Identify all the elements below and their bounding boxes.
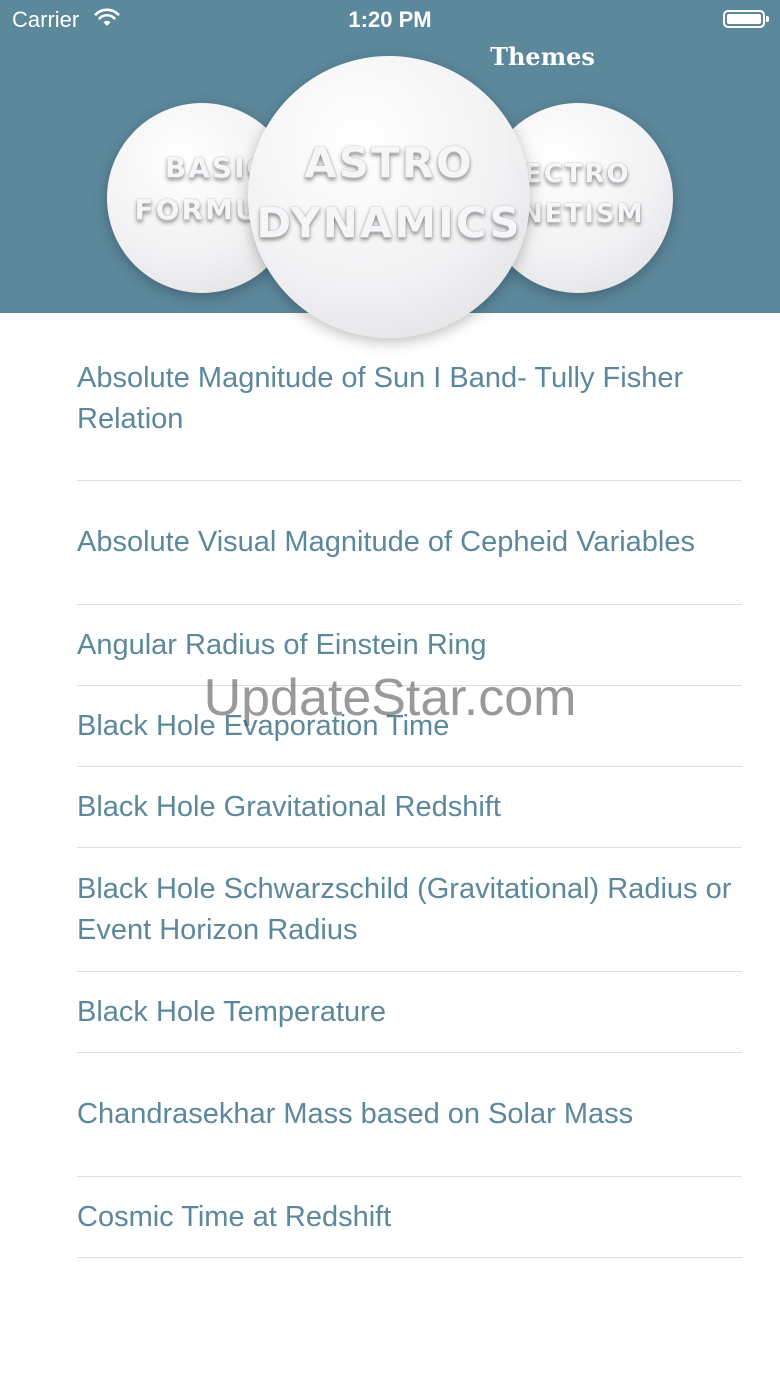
list-item[interactable]: Black Hole Gravitational Redshift — [77, 767, 742, 848]
list-item-label: Black Hole Temperature — [77, 995, 386, 1028]
theme-title-line: DYNAMICS — [256, 198, 522, 247]
list-item[interactable]: Black Hole Schwarzschild (Gravitational)… — [77, 848, 742, 972]
list-item[interactable]: Black Hole Temperature — [77, 972, 742, 1053]
list-item-label: Black Hole Gravitational Redshift — [77, 790, 501, 823]
theme-circle-astrodynamics[interactable]: ASTRO DYNAMICS — [248, 56, 530, 338]
list-item[interactable]: Absolute Visual Magnitude of Cepheid Var… — [77, 481, 742, 605]
list-item-label: Absolute Magnitude of Sun I Band- Tully … — [77, 361, 684, 435]
list-item[interactable]: Cosmic Time at Redshift — [77, 1177, 742, 1258]
list-item[interactable]: Black Hole Evaporation Time — [77, 686, 742, 767]
list-item[interactable]: Angular Radius of Einstein Ring — [77, 605, 742, 686]
theme-title-line: ASTRO — [304, 138, 474, 187]
list-item-label: Black Hole Evaporation Time — [77, 709, 450, 742]
formula-list: Absolute Magnitude of Sun I Band- Tully … — [77, 357, 742, 1258]
status-bar: Carrier 1:20 PM — [0, 0, 780, 40]
list-item-label: Black Hole Schwarzschild (Gravitational)… — [77, 872, 732, 946]
list-item[interactable]: Absolute Magnitude of Sun I Band- Tully … — [77, 357, 742, 481]
list-item-label: Cosmic Time at Redshift — [77, 1200, 392, 1233]
list-item-label: Angular Radius of Einstein Ring — [77, 628, 487, 661]
list-item-label: Chandrasekhar Mass based on Solar Mass — [77, 1098, 634, 1130]
clock: 1:20 PM — [348, 7, 432, 32]
header: Carrier 1:20 PM Themes BASIC FORMUL LECT… — [0, 0, 780, 338]
battery-icon — [723, 10, 769, 28]
themes-label: Themes — [490, 42, 595, 71]
list-item-label: Absolute Visual Magnitude of Cepheid Var… — [77, 526, 695, 558]
list-item[interactable]: Chandrasekhar Mass based on Solar Mass — [77, 1053, 742, 1177]
